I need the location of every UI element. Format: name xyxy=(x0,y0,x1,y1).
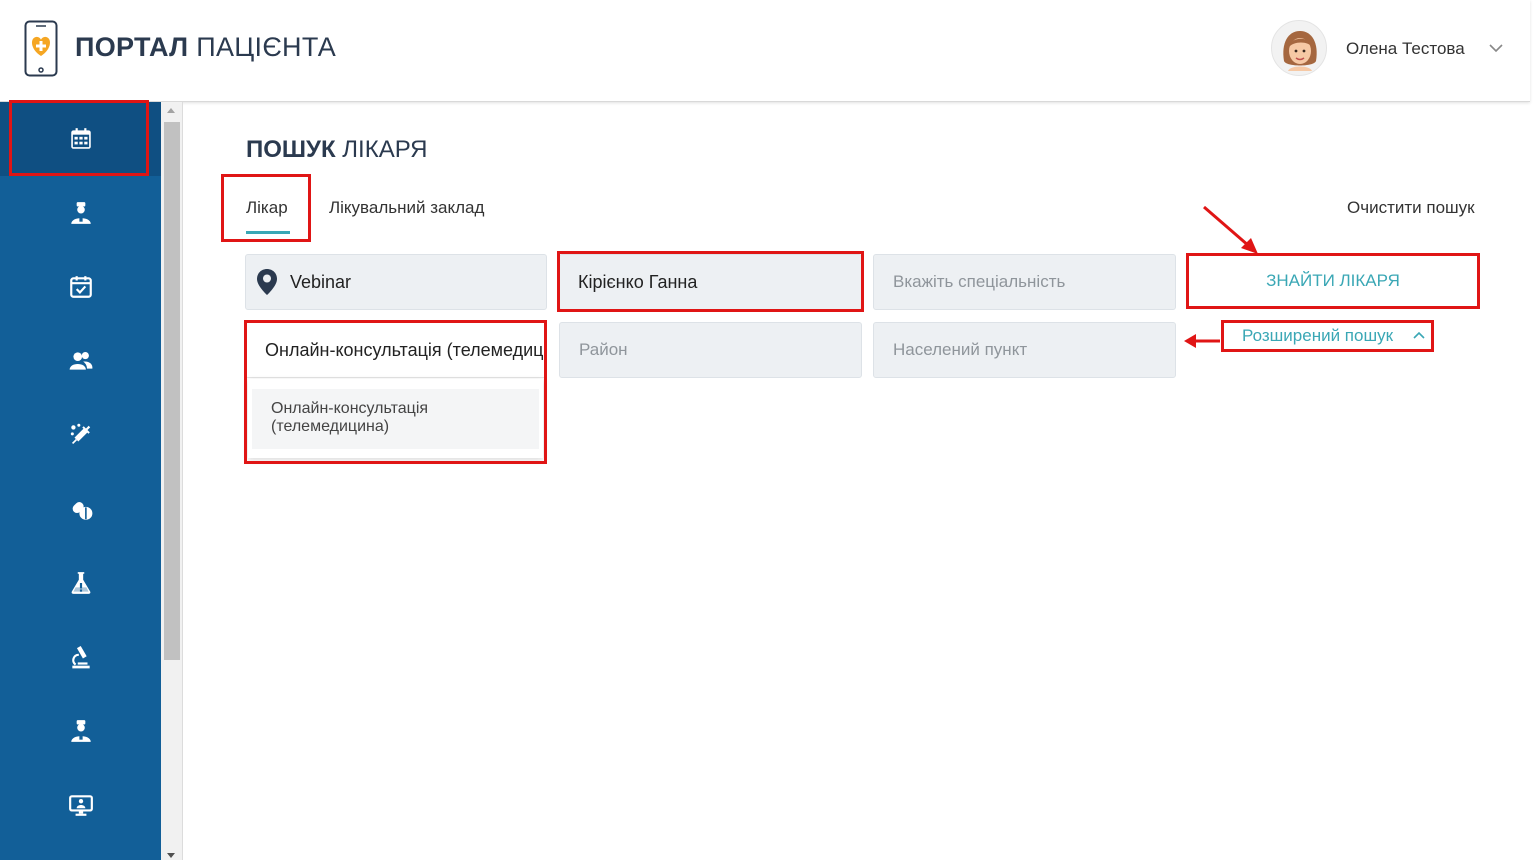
scrollbar-thumb[interactable] xyxy=(164,122,180,660)
consultation-type-value: Онлайн-консультація (телемедицина) xyxy=(265,339,546,360)
location-field[interactable]: Vebinar xyxy=(245,254,547,310)
sidebar-item-analyses[interactable] xyxy=(0,546,161,620)
sidebar-item-appointments[interactable] xyxy=(0,102,161,176)
phone-heart-logo-icon[interactable] xyxy=(24,20,58,77)
doctor-name-value: Кірієнко Ганна xyxy=(578,271,698,292)
tab-medical-facility[interactable]: Лікувальний заклад xyxy=(329,198,484,218)
flask-icon xyxy=(71,572,90,594)
arrow-to-advanced-search-icon xyxy=(1184,334,1220,348)
user-name[interactable]: Олена Тестова xyxy=(1346,39,1465,59)
advanced-search-link[interactable]: Розширений пошук xyxy=(1221,320,1434,352)
pills-icon xyxy=(72,502,92,520)
page-title-light: ЛІКАРЯ xyxy=(342,136,428,163)
settlement-field[interactable]: Населений пункт xyxy=(873,322,1176,378)
portal-logo-text[interactable]: ПОРТАЛ ПАЦІЄНТА xyxy=(75,32,336,63)
doctor-name-field[interactable]: Кірієнко Ганна xyxy=(559,254,862,310)
consultation-dropdown: Онлайн-консультація (телемедицина) xyxy=(248,379,543,458)
top-header: ПОРТАЛ ПАЦІЄНТА Олена Тестова xyxy=(0,0,1530,102)
vaccine-icon xyxy=(70,423,90,445)
microscope-icon xyxy=(71,645,90,669)
active-tab-underline xyxy=(246,231,290,234)
arrow-to-find-button-icon xyxy=(1203,205,1258,254)
telemedicine-icon xyxy=(68,795,93,816)
chevron-down-icon[interactable] xyxy=(1488,42,1504,54)
page-title-bold: ПОШУК xyxy=(246,136,336,163)
sidebar xyxy=(0,102,161,860)
find-doctor-button[interactable]: ЗНАЙТИ ЛІКАРЯ xyxy=(1186,253,1480,309)
logo-light-text: ПАЦІЄНТА xyxy=(196,32,337,62)
tab-doctor[interactable]: Лікар xyxy=(246,198,288,218)
sidebar-item-visits[interactable] xyxy=(0,250,161,324)
sidebar-item-vaccinations[interactable] xyxy=(0,398,161,472)
user-avatar[interactable] xyxy=(1271,20,1327,76)
doctor-icon xyxy=(70,720,91,742)
calendar-check-icon xyxy=(69,276,92,298)
map-pin-icon xyxy=(257,269,277,295)
dropdown-option[interactable]: Онлайн-консультація (телемедицина) xyxy=(252,389,539,449)
sidebar-item-patients[interactable] xyxy=(0,324,161,398)
sidebar-item-doctors[interactable] xyxy=(0,176,161,250)
calendar-icon xyxy=(70,128,91,149)
district-placeholder: Район xyxy=(579,340,628,359)
sidebar-item-medicines[interactable] xyxy=(0,472,161,546)
scroll-up-icon[interactable] xyxy=(167,108,175,113)
patients-icon xyxy=(69,352,92,370)
clear-search-link[interactable]: Очистити пошук xyxy=(1347,198,1475,218)
doctor-icon xyxy=(70,202,91,224)
page-title: ПОШУК ЛІКАРЯ xyxy=(246,136,428,164)
sidebar-item-my-doctor[interactable] xyxy=(0,694,161,768)
specialty-field[interactable]: Вкажіть спеціальність xyxy=(873,254,1176,310)
logo-bold-text: ПОРТАЛ xyxy=(75,32,189,62)
consultation-type-select[interactable]: Онлайн-консультація (телемедицина) xyxy=(245,322,547,378)
location-value: Vebinar xyxy=(290,271,352,292)
avatar-face-icon xyxy=(1283,31,1317,71)
specialty-placeholder: Вкажіть спеціальність xyxy=(893,272,1066,291)
advanced-search-label: Розширений пошук xyxy=(1242,326,1394,345)
sidebar-item-telemedicine[interactable] xyxy=(0,768,161,842)
district-field[interactable]: Район xyxy=(559,322,862,378)
sidebar-item-research[interactable] xyxy=(0,620,161,694)
chevron-up-icon[interactable] xyxy=(1412,330,1426,340)
settlement-placeholder: Населений пункт xyxy=(893,340,1028,359)
scroll-down-icon[interactable] xyxy=(167,853,175,858)
